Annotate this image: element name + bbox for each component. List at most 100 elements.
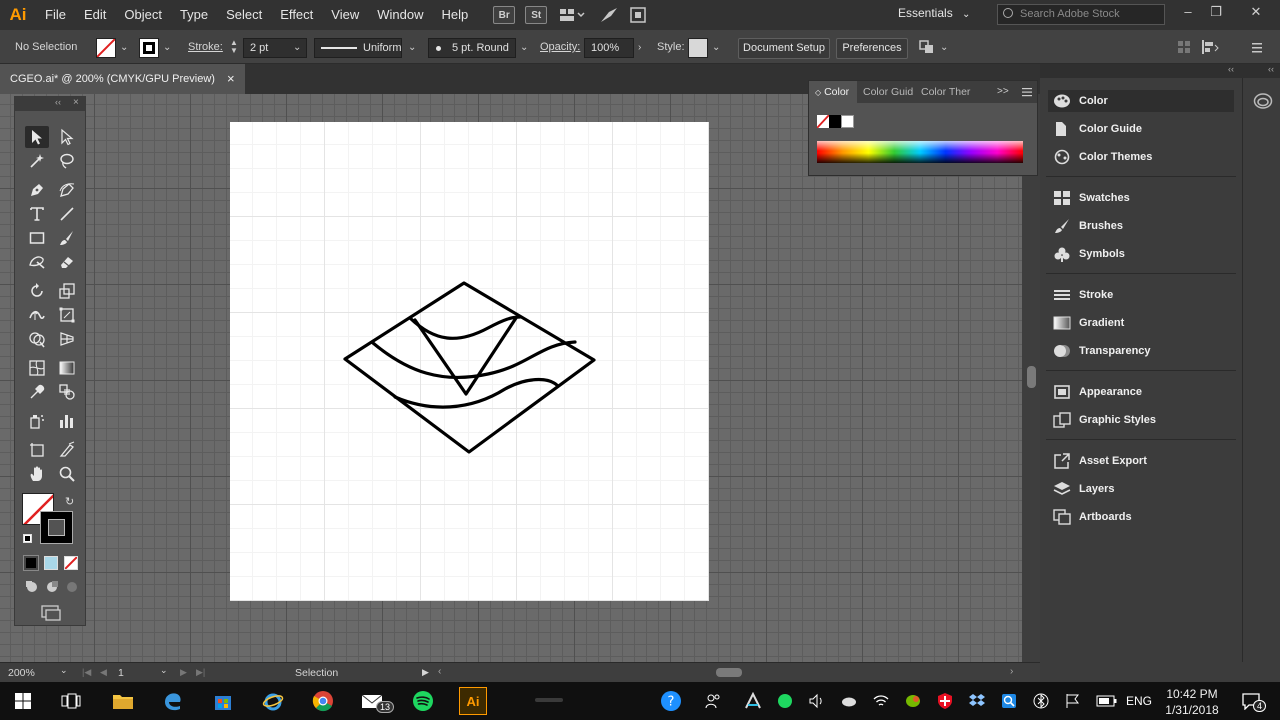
tab-color[interactable]: ◇ Color	[809, 81, 857, 103]
free-transform-tool-icon[interactable]	[55, 304, 79, 326]
style-chevron-icon[interactable]: ⌄	[712, 38, 720, 58]
shape-builder-tool-icon[interactable]	[25, 328, 49, 350]
dock-item-asset-export[interactable]: Asset Export	[1048, 450, 1234, 472]
menu-window[interactable]: Window	[368, 0, 432, 30]
bridge-icon[interactable]: Br	[493, 6, 516, 24]
vertical-scrollbar[interactable]	[1022, 94, 1040, 662]
dock-item-color-themes[interactable]: Color Themes	[1048, 146, 1234, 168]
opacity-arrow-icon[interactable]: ›	[638, 38, 641, 58]
scroll-left-icon[interactable]: ‹	[438, 666, 441, 677]
stock-icon[interactable]: St	[525, 6, 548, 24]
tools-panel-header[interactable]: ‹‹ ×	[15, 97, 85, 111]
dock-item-gradient[interactable]: Gradient	[1048, 312, 1234, 334]
file-explorer-icon[interactable]	[110, 689, 136, 713]
mesh-tool-icon[interactable]	[25, 357, 49, 379]
action-center-flag-icon[interactable]	[1060, 689, 1086, 713]
taskbar-clock[interactable]: 10:42 PM 1/31/2018	[1160, 686, 1224, 718]
paintbrush-tool-icon[interactable]	[55, 227, 79, 249]
sync-settings-icon[interactable]	[629, 6, 647, 24]
current-tool-status[interactable]: Selection	[295, 667, 338, 679]
menu-type[interactable]: Type	[171, 0, 217, 30]
dock-item-artboards[interactable]: Artboards	[1048, 506, 1234, 528]
draw-inside-icon[interactable]	[64, 580, 80, 594]
people-icon[interactable]	[700, 689, 726, 713]
fill-chevron-icon[interactable]: ⌄	[120, 38, 128, 58]
dock-item-graphic-styles[interactable]: Graphic Styles	[1048, 409, 1234, 431]
eyedropper-tool-icon[interactable]	[25, 381, 49, 403]
type-tool-icon[interactable]	[25, 203, 49, 225]
menu-help[interactable]: Help	[432, 0, 477, 30]
opacity-field[interactable]: 100%	[584, 38, 634, 58]
battery-icon[interactable]	[1094, 689, 1120, 713]
next-artboard-icon[interactable]: ▶	[180, 667, 187, 678]
artboard-chevron-icon[interactable]: ⌄	[160, 665, 168, 676]
stroke-weight-stepper[interactable]: ▲ ▼	[230, 39, 240, 57]
spotify-tray-icon[interactable]	[772, 689, 798, 713]
white-color-chip[interactable]	[841, 115, 854, 128]
pen-tool-icon[interactable]	[25, 179, 49, 201]
previous-artboard-icon[interactable]: ◀	[100, 667, 107, 678]
dock-item-swatches[interactable]: Swatches	[1048, 187, 1234, 209]
zoom-tool-icon[interactable]	[55, 463, 79, 485]
preferences-button[interactable]: Preferences	[836, 38, 908, 59]
default-fill-stroke-icon[interactable]	[23, 534, 32, 543]
illustrator-taskbar-icon[interactable]: Ai	[459, 687, 487, 715]
document-tab[interactable]: CGEO.ai* @ 200% (CMYK/GPU Preview) ×	[0, 64, 245, 94]
bluetooth-icon[interactable]	[1028, 689, 1054, 713]
language-indicator[interactable]: ENG	[1126, 694, 1152, 708]
status-menu-icon[interactable]: ▶	[422, 667, 429, 678]
line-segment-tool-icon[interactable]	[55, 203, 79, 225]
first-artboard-icon[interactable]: |◀	[82, 667, 91, 678]
mail-icon[interactable]: 13	[360, 689, 395, 713]
stroke-weight-chevron-icon[interactable]: ⌄	[293, 38, 301, 58]
hand-tool-icon[interactable]	[25, 463, 49, 485]
dock-item-appearance[interactable]: Appearance	[1048, 381, 1234, 403]
horizontal-scroll-thumb[interactable]	[716, 668, 742, 677]
eraser-tool-icon[interactable]	[55, 251, 79, 273]
symbol-sprayer-tool-icon[interactable]	[25, 410, 49, 432]
fill-swatch[interactable]	[96, 38, 116, 58]
help-icon[interactable]: ?	[658, 689, 684, 713]
color-panel-menu-icon[interactable]	[1021, 86, 1033, 98]
brush-chevron-icon[interactable]: ⌄	[520, 38, 528, 58]
task-view-icon[interactable]	[58, 689, 84, 713]
notifications-icon[interactable]: 4	[1238, 689, 1267, 713]
graphic-style-swatch[interactable]	[688, 38, 708, 58]
store-icon[interactable]	[210, 689, 236, 713]
stroke-label[interactable]: Stroke:	[188, 30, 223, 64]
gradient-mode-icon[interactable]	[44, 556, 58, 570]
direct-selection-tool-icon[interactable]	[55, 126, 79, 148]
search-stock-input[interactable]: Search Adobe Stock	[997, 4, 1165, 25]
dock-item-symbols[interactable]: Symbols	[1048, 243, 1234, 265]
blend-tool-icon[interactable]	[55, 381, 79, 403]
collapse-dock-icon[interactable]: ‹‹	[1268, 64, 1274, 74]
scale-tool-icon[interactable]	[55, 280, 79, 302]
screen-mode-icon[interactable]	[39, 604, 63, 622]
close-panel-icon[interactable]: ×	[73, 97, 79, 108]
arrange-documents-icon[interactable]	[559, 6, 585, 24]
variable-width-profile[interactable]: Uniform	[314, 38, 402, 58]
chrome-icon[interactable]	[310, 689, 336, 713]
dock-item-brushes[interactable]: Brushes	[1048, 215, 1234, 237]
arrange-chevron-icon[interactable]: ⌄	[940, 38, 948, 58]
tab-color-guide[interactable]: Color Guid	[857, 81, 915, 103]
arrange-icon[interactable]	[918, 39, 936, 55]
nvidia-icon[interactable]	[900, 689, 926, 713]
cloud-icon[interactable]	[836, 689, 862, 713]
width-tool-icon[interactable]	[25, 304, 49, 326]
panel-menu-icon[interactable]	[1250, 39, 1264, 55]
opacity-label[interactable]: Opacity:	[540, 30, 580, 64]
menu-object[interactable]: Object	[115, 0, 171, 30]
artboard[interactable]	[230, 122, 709, 601]
canvas[interactable]	[0, 94, 1022, 662]
last-artboard-icon[interactable]: ▶|	[196, 667, 205, 678]
tab-color-themes[interactable]: Color Ther	[915, 81, 971, 103]
draw-mode-icon[interactable]	[24, 580, 40, 594]
brush-definition[interactable]: 5 pt. Round	[428, 38, 516, 58]
internet-explorer-icon[interactable]	[260, 689, 286, 713]
align-icon[interactable]	[1200, 39, 1220, 55]
column-graph-tool-icon[interactable]	[55, 410, 79, 432]
close-tab-icon[interactable]: ×	[227, 64, 235, 94]
zoom-level-field[interactable]: 200%	[8, 667, 35, 679]
more-tabs-icon[interactable]: >>	[997, 81, 1009, 103]
